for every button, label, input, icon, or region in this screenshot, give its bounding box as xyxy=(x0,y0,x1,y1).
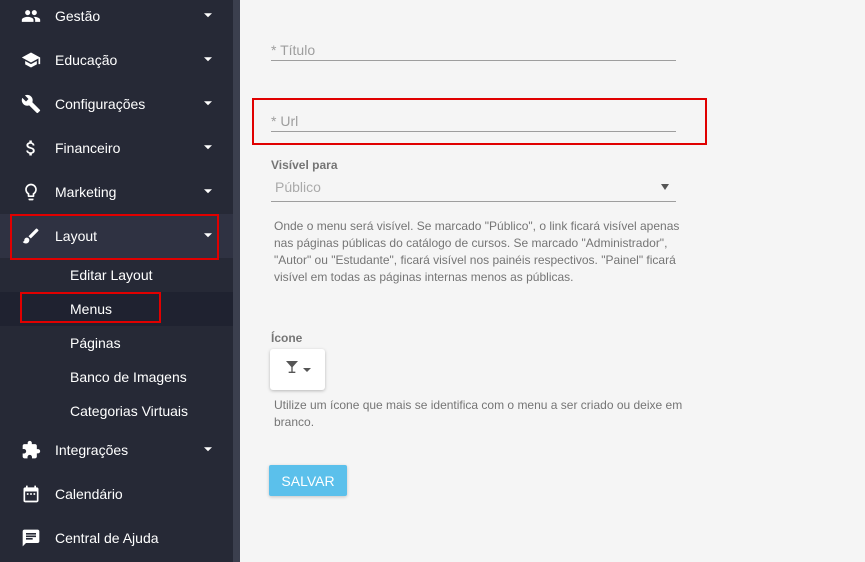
triangle-down-icon xyxy=(661,184,669,190)
sidebar-item-gestao[interactable]: Gestão xyxy=(0,0,233,38)
icon-label: Ícone xyxy=(271,331,303,345)
visible-for-value: Público xyxy=(275,179,321,195)
sidebar-subitem-menus[interactable]: Menus xyxy=(0,292,233,326)
sidebar-item-label: Integrações xyxy=(55,442,129,458)
sidebar-item-label: Calendário xyxy=(55,486,123,502)
people-icon xyxy=(20,5,42,27)
sidebar-item-central-de-ajuda[interactable]: Central de Ajuda xyxy=(0,516,233,560)
chevron-down-icon xyxy=(204,447,212,452)
chevron-down-icon xyxy=(204,145,212,150)
lightbulb-icon xyxy=(20,181,42,203)
sidebar-item-label: Educação xyxy=(55,52,118,68)
sidebar-item-label: Central de Ajuda xyxy=(55,530,159,546)
sidebar-item-educacao[interactable]: Educação xyxy=(0,38,233,82)
sidebar-subitem-label: Categorias Virtuais xyxy=(70,403,189,419)
sidebar-item-label: Configurações xyxy=(55,96,146,112)
sidebar-subitem-label: Editar Layout xyxy=(70,267,153,283)
dollar-icon xyxy=(20,137,42,159)
chevron-down-icon xyxy=(204,189,212,194)
sidebar-item-financeiro[interactable]: Financeiro xyxy=(0,126,233,170)
sidebar-edge xyxy=(233,0,240,562)
sidebar-item-integracoes[interactable]: Integrações xyxy=(0,428,233,472)
sidebar-subitem-paginas[interactable]: Páginas xyxy=(0,326,233,360)
chevron-down-icon xyxy=(204,57,212,62)
sidebar-item-calendario[interactable]: Calendário xyxy=(0,472,233,516)
sidebar-item-configuracoes[interactable]: Configurações xyxy=(0,82,233,126)
sidebar-item-label: Layout xyxy=(55,228,98,244)
save-button[interactable]: SALVAR xyxy=(269,465,347,496)
sidebar-subitem-label: Páginas xyxy=(70,335,121,351)
sidebar-subitem-label: Banco de Imagens xyxy=(70,369,187,385)
sidebar-subitem-banco-de-imagens[interactable]: Banco de Imagens xyxy=(0,360,233,394)
calendar-icon xyxy=(20,483,42,505)
wrench-icon xyxy=(20,93,42,115)
icon-help: Utilize um ícone que mais se identifica … xyxy=(274,398,683,429)
glass-icon xyxy=(284,359,300,380)
visible-for-help: Onde o menu será visível. Se marcado "Pú… xyxy=(274,219,680,284)
chevron-down-icon xyxy=(303,367,311,372)
url-field-label: * Url xyxy=(271,113,299,129)
chevron-down-icon xyxy=(204,233,212,238)
sidebar-item-label: Marketing xyxy=(55,184,117,200)
visible-for-select[interactable]: Público xyxy=(271,174,676,202)
sidebar-item-label: Gestão xyxy=(55,8,101,24)
visible-for-label: Visível para xyxy=(271,158,338,172)
sidebar: Gestão Educação Configurações Financeiro xyxy=(0,0,233,562)
sidebar-item-label: Financeiro xyxy=(55,140,121,156)
sidebar-item-marketing[interactable]: Marketing xyxy=(0,170,233,214)
chat-icon xyxy=(20,527,42,549)
highlight-url xyxy=(252,98,707,145)
puzzle-icon xyxy=(20,439,42,461)
visible-for-underline xyxy=(271,201,676,202)
chevron-down-icon xyxy=(204,101,212,106)
url-field[interactable] xyxy=(271,131,676,132)
app: Gestão Educação Configurações Financeiro xyxy=(0,0,865,562)
sidebar-subitem-label: Menus xyxy=(70,301,113,317)
sidebar-item-layout[interactable]: Layout xyxy=(0,214,233,258)
icon-picker-button[interactable] xyxy=(270,349,325,390)
brush-icon xyxy=(20,225,42,247)
sidebar-subitem-editar-layout[interactable]: Editar Layout xyxy=(0,258,233,292)
title-field-label: * Título xyxy=(271,42,316,58)
graduation-cap-icon xyxy=(20,49,42,71)
chevron-down-icon xyxy=(204,13,212,18)
sidebar-subitem-categorias-virtuais[interactable]: Categorias Virtuais xyxy=(0,394,233,428)
title-field[interactable] xyxy=(271,60,676,61)
